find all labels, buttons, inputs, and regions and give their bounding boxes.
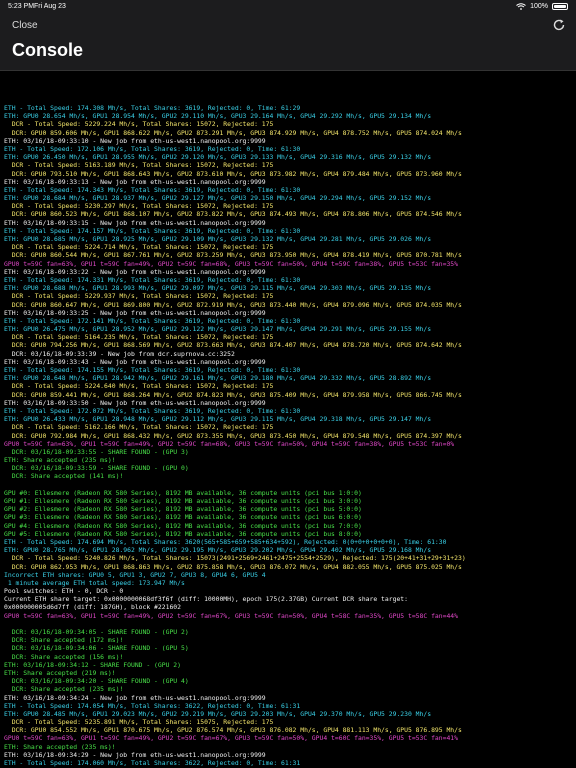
console-line: DCR: GPU0 793.510 Mh/s, GPU1 868.643 Mh/…: [4, 169, 462, 178]
status-time: 5:23 PM: [8, 3, 35, 10]
page-title: Console: [12, 40, 84, 60]
console-line: DCR: 03/16/18-09:34:20 - SHARE FOUND - (…: [4, 677, 189, 686]
console-line: ETH: GPU0 28.684 Mh/s, GPU1 28.937 Mh/s,…: [4, 194, 432, 203]
console-line: Incorrect ETH shares: GPU0 5, GPU1 3, GP…: [4, 570, 266, 579]
console-line: ETH: 03/16/18-09:34:29 - New job from et…: [4, 750, 266, 759]
console-line: GPU0 t=59C fan=63%, GPU1 t=59C fan=49%, …: [4, 734, 459, 743]
console-line: ETH: GPU0 28.765 Mh/s, GPU1 28.962 Mh/s,…: [4, 546, 432, 555]
console-line: ETH: 03/16/18-09:33:15 - New job from et…: [4, 218, 266, 227]
status-bar: 5:23 PM Fri Aug 23 100%: [0, 0, 576, 14]
console-line: DCR - Total Speed: 5224.714 Mh/s, Total …: [4, 243, 274, 252]
console-line: DCR: GPU0 862.953 Mh/s, GPU1 868.863 Mh/…: [4, 562, 462, 571]
console-line: DCR - Total Speed: 5164.235 Mh/s, Total …: [4, 333, 274, 342]
console-line: ETH: Share accepted (235 ms)!: [4, 742, 116, 751]
console-line: DCR: GPU0 860.523 Mh/s, GPU1 868.107 Mh/…: [4, 210, 462, 219]
console-line: ETH: 03/16/18-09:34:12 - SHARE FOUND - (…: [4, 660, 181, 669]
console-line: ETH - Total Speed: 174.060 Mh/s, Total S…: [4, 759, 301, 767]
close-button[interactable]: Close: [12, 20, 38, 31]
status-date: Fri Aug 23: [34, 3, 66, 10]
console-line: DCR - Total Speed: 5163.189 Mh/s, Total …: [4, 161, 274, 170]
console-line: 1 minute average ETH total speed: 173.94…: [4, 578, 185, 587]
console-line: ETH: Share accepted (219 ms)!: [4, 668, 116, 677]
console-line: ETH: 03/16/18-09:33:43 - New job from et…: [4, 357, 266, 366]
console-output[interactable]: ETH - Total Speed: 174.308 Mh/s, Total S…: [4, 104, 572, 768]
console-line: DCR: 03/16/18-09:34:06 - SHARE FOUND - (…: [4, 644, 189, 653]
console-line: DCR: 03/16/18-09:33:59 - SHARE FOUND - (…: [4, 464, 189, 473]
console-line: GPU0 t=59C fan=63%, GPU1 t=59C fan=49%, …: [4, 259, 459, 268]
console-line: ETH: GPU0 28.688 Mh/s, GPU1 28.993 Mh/s,…: [4, 284, 432, 293]
console-line: ETH - Total Speed: 174.054 Mh/s, Total S…: [4, 701, 301, 710]
console-line: DCR - Total Speed: 5240.826 Mh/s, Total …: [4, 554, 466, 563]
console-line: ETH: 03/16/18-09:33:50 - New job from et…: [4, 398, 266, 407]
battery-icon: [552, 3, 568, 10]
console-line: ETH: GPU0 28.485 Mh/s, GPU1 29.023 Mh/s,…: [4, 709, 432, 718]
console-line: ETH: Share accepted (235 ms)!: [4, 456, 116, 465]
console-line: DCR: GPU0 854.552 Mh/s, GPU1 870.675 Mh/…: [4, 726, 462, 735]
console-line: DCR: 03/16/18-09:33:55 - SHARE FOUND - (…: [4, 447, 189, 456]
console-line: DCR: GPU0 794.256 Mh/s, GPU1 868.569 Mh/…: [4, 341, 462, 350]
console-line: ETH - Total Speed: 172.072 Mh/s, Total S…: [4, 406, 301, 415]
console-line: ETH: 03/16/18-09:34:24 - New job from et…: [4, 693, 266, 702]
console-line: GPU #1: Ellesmere (Radeon RX 580 Series)…: [4, 497, 362, 505]
console-line: DCR - Total Speed: 5235.891 Mh/s, Total …: [4, 718, 274, 727]
console-line: ETH - Total Speed: 174.155 Mh/s, Total S…: [4, 366, 301, 374]
console-line: DCR: Share accepted (156 ms)!: [4, 652, 124, 661]
console-line: DCR - Total Speed: 5162.166 Mh/s, Total …: [4, 423, 274, 432]
status-right: 100%: [516, 3, 568, 10]
console-line: GPU #3: Ellesmere (Radeon RX 580 Series)…: [4, 513, 362, 522]
console-line: ETH: 03/16/18-09:33:13 - New job from et…: [4, 177, 266, 186]
console-line: Pool switches: ETH - 0, DCR - 0: [4, 587, 124, 596]
console-line: GPU #5: Ellesmere (Radeon RX 580 Series)…: [4, 529, 362, 538]
console-line: ETH - Total Speed: 174.157 Mh/s, Total S…: [4, 226, 301, 235]
console-line: DCR: GPU0 859.441 Mh/s, GPU1 868.264 Mh/…: [4, 390, 462, 399]
console-line: 0x000000005d6d7ff (diff: 187GH), block #…: [4, 603, 181, 612]
console-line: Current ETH share target: 0x0000000068df…: [4, 595, 408, 604]
console-line: ETH - Total Speed: 174.343 Mh/s, Total S…: [4, 185, 301, 194]
wifi-icon: [516, 3, 526, 10]
console-line: ETH: GPU0 26.450 Mh/s, GPU1 28.955 Mh/s,…: [4, 153, 432, 162]
console-line: ETH - Total Speed: 174.331 Mh/s, Total S…: [4, 275, 301, 284]
console-line: DCR: GPU0 859.606 Mh/s, GPU1 868.622 Mh/…: [4, 128, 462, 137]
console-line: DCR - Total Speed: 5224.640 Mh/s, Total …: [4, 382, 274, 391]
console-line: ETH - Total Speed: 172.141 Mh/s, Total S…: [4, 316, 301, 325]
reload-icon[interactable]: [552, 18, 566, 32]
battery-percent: 100%: [530, 3, 548, 10]
console-line: DCR: GPU0 792.984 Mh/s, GPU1 868.432 Mh/…: [4, 431, 462, 440]
console-line: GPU0 t=59C fan=63%, GPU1 t=59C fan=49%, …: [4, 611, 459, 620]
header: Close Console: [0, 14, 576, 71]
console-line: ETH - Total Speed: 174.308 Mh/s, Total S…: [4, 104, 301, 112]
console-line: DCR: Share accepted (235 ms)!: [4, 685, 124, 694]
console-line: ETH: 03/16/18-09:33:25 - New job from et…: [4, 308, 266, 317]
console-line: DCR - Total Speed: 5230.297 Mh/s, Total …: [4, 202, 274, 211]
console-line: ETH: 03/16/18-09:33:22 - New job from et…: [4, 267, 266, 276]
console-line: GPU #4: Ellesmere (Radeon RX 580 Series)…: [4, 521, 362, 530]
console-line: ETH: 03/16/18-09:33:10 - New job from et…: [4, 136, 266, 145]
console-line: ETH - Total Speed: 172.106 Mh/s, Total S…: [4, 144, 301, 153]
console-line: GPU #2: Ellesmere (Radeon RX 580 Series)…: [4, 505, 362, 514]
console-line: ETH: GPU0 26.433 Mh/s, GPU1 28.948 Mh/s,…: [4, 415, 432, 424]
console-line: DCR: GPU0 860.544 Mh/s, GPU1 867.761 Mh/…: [4, 251, 462, 260]
console-line: DCR: Share accepted (172 ms)!: [4, 636, 124, 645]
console-line: DCR: GPU0 860.647 Mh/s, GPU1 869.800 Mh/…: [4, 300, 462, 309]
console-line: DCR - Total Speed: 5229.224 Mh/s, Total …: [4, 120, 274, 129]
console-line: ETH: GPU0 28.654 Mh/s, GPU1 28.954 Mh/s,…: [4, 112, 432, 121]
console-line: ETH: GPU0 26.475 Mh/s, GPU1 28.952 Mh/s,…: [4, 325, 432, 334]
console-line: ETH - Total Speed: 174.694 Mh/s, Total S…: [4, 537, 447, 546]
console-line: ETH: GPU0 28.648 Mh/s, GPU1 28.942 Mh/s,…: [4, 374, 432, 383]
console-line: DCR - Total Speed: 5229.937 Mh/s, Total …: [4, 292, 274, 301]
console-line: ETH: GPU0 28.685 Mh/s, GPU1 28.925 Mh/s,…: [4, 235, 432, 243]
console-line: DCR: 03/16/18-09:33:39 - New job from dc…: [4, 349, 235, 358]
console-line: GPU #0: Ellesmere (Radeon RX 580 Series)…: [4, 488, 362, 497]
console-line: DCR: 03/16/18-09:34:05 - SHARE FOUND - (…: [4, 628, 189, 636]
console-line: GPU0 t=59C fan=63%, GPU1 t=59C fan=49%, …: [4, 439, 455, 448]
console-line: DCR: Share accepted (141 ms)!: [4, 472, 124, 481]
